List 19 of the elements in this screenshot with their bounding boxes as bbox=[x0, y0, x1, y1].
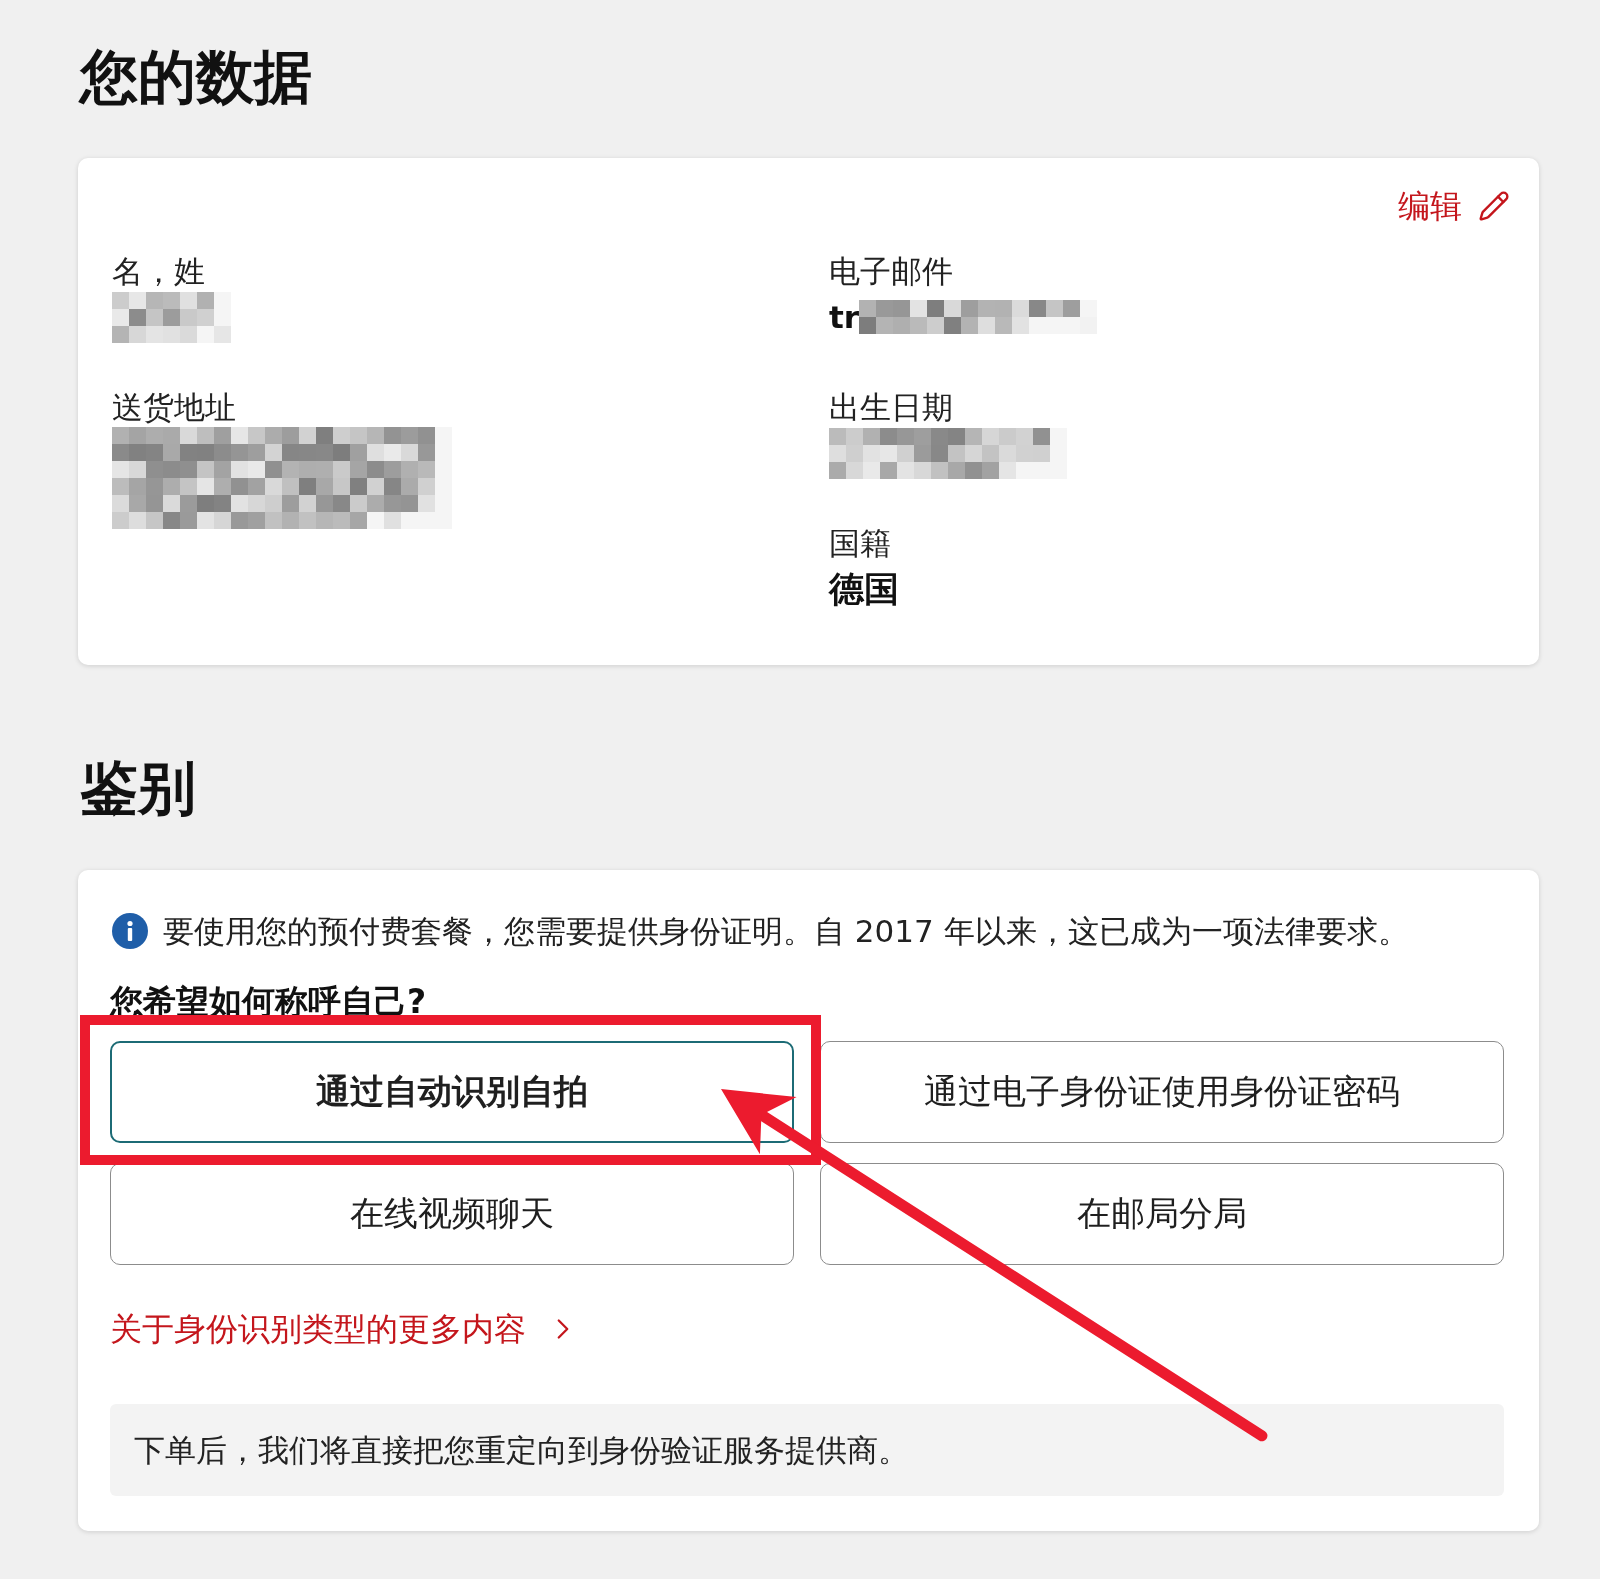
field-value: 德国 bbox=[829, 569, 899, 609]
info-icon bbox=[112, 913, 148, 949]
option-button[interactable]: 通过电子身份证使用身份证密码 bbox=[820, 1041, 1504, 1143]
section-title: 您的数据 bbox=[80, 42, 312, 112]
info-text: 要使用您的预付费套餐，您需要提供身份证明。自 2017 年以来，这已成为一项法律要求。 bbox=[163, 912, 1409, 951]
option-button[interactable]: 通过自动识别自拍 bbox=[110, 1041, 794, 1143]
option-button[interactable]: 在线视频聊天 bbox=[110, 1163, 794, 1265]
option-button[interactable]: 在邮局分局 bbox=[820, 1163, 1504, 1265]
field-label: 出生日期 bbox=[829, 388, 953, 427]
field-label: 电子邮件 bbox=[829, 252, 953, 291]
field-label: 国籍 bbox=[829, 524, 891, 563]
edit-link[interactable]: 编辑 bbox=[1398, 186, 1510, 226]
field-label: 名，姓 bbox=[112, 252, 205, 291]
field-value: tr bbox=[829, 298, 860, 337]
notice-box: 下单后，我们将直接把您重定向到身份验证服务提供商。 bbox=[110, 1404, 1504, 1496]
section-title: 鉴别 bbox=[80, 753, 196, 823]
field-label: 送货地址 bbox=[112, 388, 236, 427]
more-info-link[interactable]: 关于身份识别类型的更多内容 bbox=[110, 1309, 580, 1349]
pencil-icon bbox=[1478, 190, 1510, 222]
